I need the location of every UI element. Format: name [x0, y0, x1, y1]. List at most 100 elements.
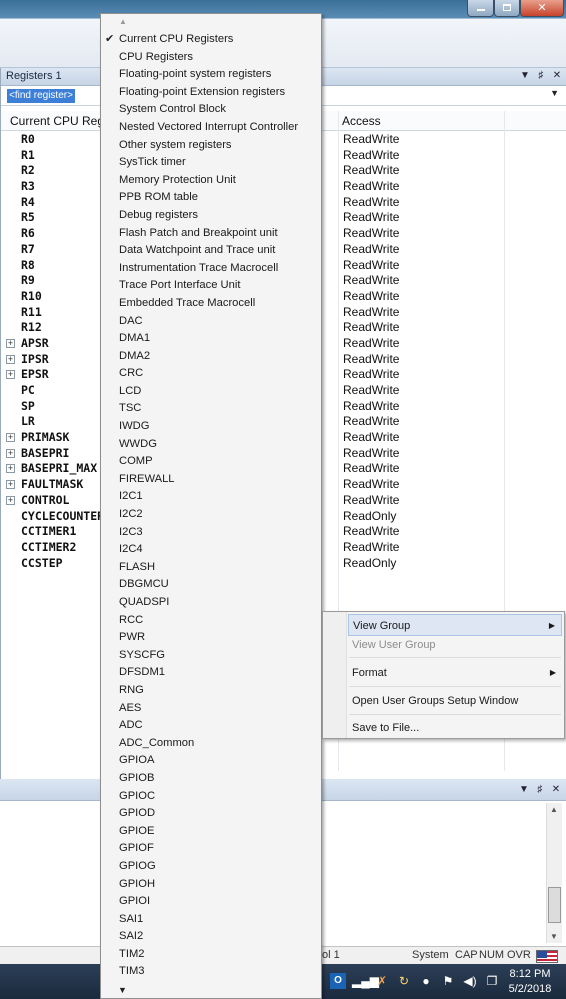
register-name: R11: [21, 304, 42, 319]
register-group-menu-item[interactable]: GPIOG: [101, 858, 321, 876]
expand-icon[interactable]: +: [6, 464, 15, 474]
register-group-menu-item[interactable]: SYSCFG: [101, 647, 321, 665]
menu-scroll-up-icon[interactable]: ▲: [119, 17, 127, 26]
register-group-menu-item[interactable]: DMA2: [101, 348, 321, 366]
expand-icon[interactable]: +: [6, 480, 15, 490]
register-group-menu-item[interactable]: I2C3: [101, 524, 321, 542]
register-group-menu-item[interactable]: Debug registers: [101, 207, 321, 225]
pane-menu-icon[interactable]: ▼: [518, 784, 530, 795]
lock-icon[interactable]: ●: [418, 973, 434, 989]
register-group-menu-item[interactable]: SAI2: [101, 928, 321, 946]
column-header-access[interactable]: Access: [342, 114, 381, 128]
register-group-menu-item[interactable]: Floating-point system registers: [101, 66, 321, 84]
register-access: ReadWrite: [343, 492, 400, 507]
us-flag-icon[interactable]: [536, 950, 558, 963]
register-group-menu-item[interactable]: TIM2: [101, 946, 321, 964]
register-group-menu-item[interactable]: Floating-point Extension registers: [101, 84, 321, 102]
register-group-menu-item[interactable]: LCD: [101, 383, 321, 401]
register-group-menu-item[interactable]: COMP: [101, 453, 321, 471]
register-access: ReadWrite: [343, 524, 400, 539]
register-group-menu-item[interactable]: GPIOH: [101, 876, 321, 894]
register-group-menu-item[interactable]: Embedded Trace Macrocell: [101, 295, 321, 313]
register-group-menu-item[interactable]: GPIOF: [101, 840, 321, 858]
expand-icon[interactable]: +: [6, 338, 15, 348]
expand-icon[interactable]: +: [6, 354, 15, 364]
clock-time[interactable]: 8:12 PM: [497, 968, 563, 980]
pin-icon[interactable]: ♯: [534, 784, 546, 795]
open-user-groups-setup-menu-item[interactable]: Open User Groups Setup Window: [348, 690, 562, 712]
register-group-menu-item[interactable]: PPB ROM table: [101, 189, 321, 207]
register-group-menu-item[interactable]: RCC: [101, 612, 321, 630]
register-group-menu-item[interactable]: AES: [101, 700, 321, 718]
find-dropdown-icon[interactable]: ▼: [550, 88, 559, 98]
register-group-menu-item[interactable]: GPIOD: [101, 805, 321, 823]
register-group-menu-item[interactable]: FIREWALL: [101, 471, 321, 489]
scroll-up-icon[interactable]: ▲: [550, 805, 558, 814]
volume-icon[interactable]: ◀): [462, 973, 478, 989]
pane-menu-icon[interactable]: ▼: [519, 70, 531, 81]
register-group-menu-item[interactable]: System Control Block: [101, 101, 321, 119]
minimize-button[interactable]: [467, 0, 494, 17]
register-group-menu-item[interactable]: DMA1: [101, 330, 321, 348]
scroll-down-icon[interactable]: ▼: [550, 932, 558, 941]
register-group-menu-item[interactable]: DAC: [101, 313, 321, 331]
register-group-menu-item[interactable]: GPIOB: [101, 770, 321, 788]
register-group-menu-item[interactable]: Other system registers: [101, 137, 321, 155]
expand-icon[interactable]: +: [6, 370, 15, 380]
register-group-menu-item[interactable]: ADC_Common: [101, 735, 321, 753]
tools-icon[interactable]: ✗: [374, 973, 390, 989]
register-group-menu-item[interactable]: FLASH: [101, 559, 321, 577]
sync-icon[interactable]: ↻: [396, 973, 412, 989]
clock-date[interactable]: 5/2/2018: [497, 983, 563, 995]
register-group-menu-item[interactable]: WWDG: [101, 436, 321, 454]
vertical-scrollbar[interactable]: ▲ ▼: [546, 803, 562, 943]
signal-icon[interactable]: ▂▄▆: [352, 973, 379, 989]
outlook-icon[interactable]: O: [330, 973, 346, 989]
register-group-menu-item[interactable]: ✔ Current CPU Registers: [101, 31, 321, 49]
register-group-menu-item[interactable]: SAI1: [101, 911, 321, 929]
close-window-button[interactable]: ✕: [520, 0, 564, 17]
register-access: ReadWrite: [343, 147, 400, 162]
register-group-menu-item[interactable]: Nested Vectored Interrupt Controller: [101, 119, 321, 137]
menu-scroll-down-icon[interactable]: ▼: [118, 985, 127, 995]
register-group-menu-item[interactable]: DFSDM1: [101, 664, 321, 682]
register-group-menu-item[interactable]: I2C1: [101, 488, 321, 506]
action-center-flag-icon[interactable]: ⚑: [440, 973, 456, 989]
format-menu-item[interactable]: Format ▶: [348, 662, 562, 684]
register-group-menu-item[interactable]: CRC: [101, 365, 321, 383]
register-name: CYCLECOUNTER: [21, 508, 105, 523]
register-group-menu-item[interactable]: RNG: [101, 682, 321, 700]
register-name: R12: [21, 320, 42, 335]
register-group-menu-item[interactable]: DBGMCU: [101, 576, 321, 594]
register-group-menu-item[interactable]: I2C2: [101, 506, 321, 524]
register-group-menu-item[interactable]: Memory Protection Unit: [101, 172, 321, 190]
register-group-menu-item[interactable]: Flash Patch and Breakpoint unit: [101, 225, 321, 243]
save-to-file-menu-item[interactable]: Save to File...: [348, 717, 562, 739]
register-group-menu-item[interactable]: CPU Registers: [101, 49, 321, 67]
register-group-menu-item[interactable]: GPIOA: [101, 752, 321, 770]
find-register-input[interactable]: <find register>: [7, 89, 75, 103]
view-group-menu-item[interactable]: View Group ▶: [348, 614, 562, 636]
register-group-menu-item[interactable]: Instrumentation Trace Macrocell: [101, 260, 321, 278]
register-group-menu-item[interactable]: GPIOE: [101, 823, 321, 841]
register-group-menu-item[interactable]: SysTick timer: [101, 154, 321, 172]
register-group-menu-item[interactable]: I2C4: [101, 541, 321, 559]
register-group-menu-item[interactable]: GPIOC: [101, 788, 321, 806]
expand-icon[interactable]: +: [6, 448, 15, 458]
register-group-menu-item[interactable]: Trace Port Interface Unit: [101, 277, 321, 295]
register-group-menu-item[interactable]: ADC: [101, 717, 321, 735]
maximize-button[interactable]: [494, 0, 520, 17]
pin-icon[interactable]: ♯: [535, 70, 547, 81]
register-group-menu-item[interactable]: GPIOI: [101, 893, 321, 911]
close-pane-icon[interactable]: ✕: [551, 70, 563, 81]
register-group-menu-item[interactable]: QUADSPI: [101, 594, 321, 612]
register-group-menu-item[interactable]: TSC: [101, 400, 321, 418]
register-group-menu-item[interactable]: Data Watchpoint and Trace unit: [101, 242, 321, 260]
register-group-menu-item[interactable]: IWDG: [101, 418, 321, 436]
register-group-menu-item[interactable]: TIM3: [101, 963, 321, 981]
expand-icon[interactable]: +: [6, 495, 15, 505]
expand-icon[interactable]: +: [6, 433, 15, 443]
close-pane-icon[interactable]: ✕: [550, 784, 562, 795]
scrollbar-thumb[interactable]: [548, 887, 561, 923]
register-group-menu-item[interactable]: PWR: [101, 629, 321, 647]
